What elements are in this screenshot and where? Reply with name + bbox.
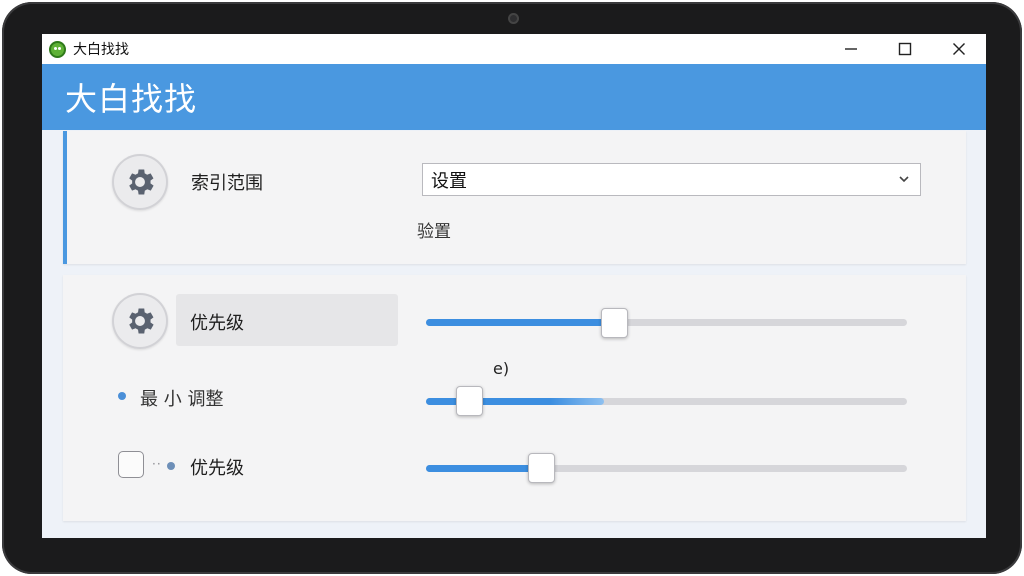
index-scope-panel: 索引范围 设置 验置: [63, 131, 966, 264]
index-scope-hint: 验置: [417, 222, 451, 242]
minimize-icon: [845, 48, 857, 50]
minimum-adjust-slider-fill: [426, 398, 604, 405]
priority-label: 优先级: [190, 313, 244, 334]
minimum-adjust-slider[interactable]: [426, 398, 907, 405]
priority-slider[interactable]: [426, 319, 907, 326]
priority-check-slider[interactable]: [426, 465, 907, 472]
window-controls: [824, 34, 986, 64]
close-button[interactable]: [932, 34, 986, 64]
window-title: 大白找找: [73, 42, 129, 58]
priority-marker: e): [493, 359, 510, 378]
gear-icon: [129, 308, 154, 334]
minimize-button[interactable]: [824, 34, 878, 64]
priority-check-slider-thumb[interactable]: [528, 453, 556, 483]
app-window: 大白找找 大白找找 索引范围 设置 验置 优先级 e) 最 小 调整 ·· 优先…: [42, 34, 986, 538]
priority-panel: 优先级 e) 最 小 调整 ·· 优先级: [63, 275, 966, 521]
app-logo-icon: [49, 40, 66, 58]
minimum-adjust-dot: [118, 392, 126, 400]
priority-checkbox[interactable]: [118, 451, 144, 478]
title-bar: 大白找找: [42, 34, 986, 64]
index-scope-gear-button[interactable]: [112, 154, 168, 210]
priority-slider-fill: [426, 319, 614, 326]
maximize-button[interactable]: [878, 34, 932, 64]
priority-check-slider-fill: [426, 465, 542, 472]
index-scope-select[interactable]: 设置: [422, 163, 921, 196]
connector-dots: ··: [152, 457, 162, 471]
gear-icon: [129, 169, 154, 195]
priority-gear-button[interactable]: [112, 293, 168, 349]
chevron-down-icon: [899, 176, 909, 183]
maximize-icon: [898, 42, 912, 56]
app-header: 大白找找: [42, 64, 986, 130]
priority-check-label: 优先级: [190, 458, 244, 479]
minimum-adjust-label: 最 小 调整: [140, 389, 224, 410]
minimum-adjust-slider-thumb[interactable]: [456, 386, 484, 416]
close-icon: [953, 43, 965, 55]
index-scope-label: 索引范围: [191, 173, 263, 194]
priority-slider-thumb[interactable]: [600, 308, 628, 338]
index-scope-select-value: 设置: [431, 170, 467, 192]
camera-dot: [508, 13, 519, 24]
header-title: 大白找找: [65, 80, 198, 118]
device-bezel: 大白找找 大白找找 索引范围 设置 验置 优先级 e) 最 小 调整 ·· 优先…: [2, 2, 1022, 574]
priority-check-dot: [167, 462, 175, 470]
